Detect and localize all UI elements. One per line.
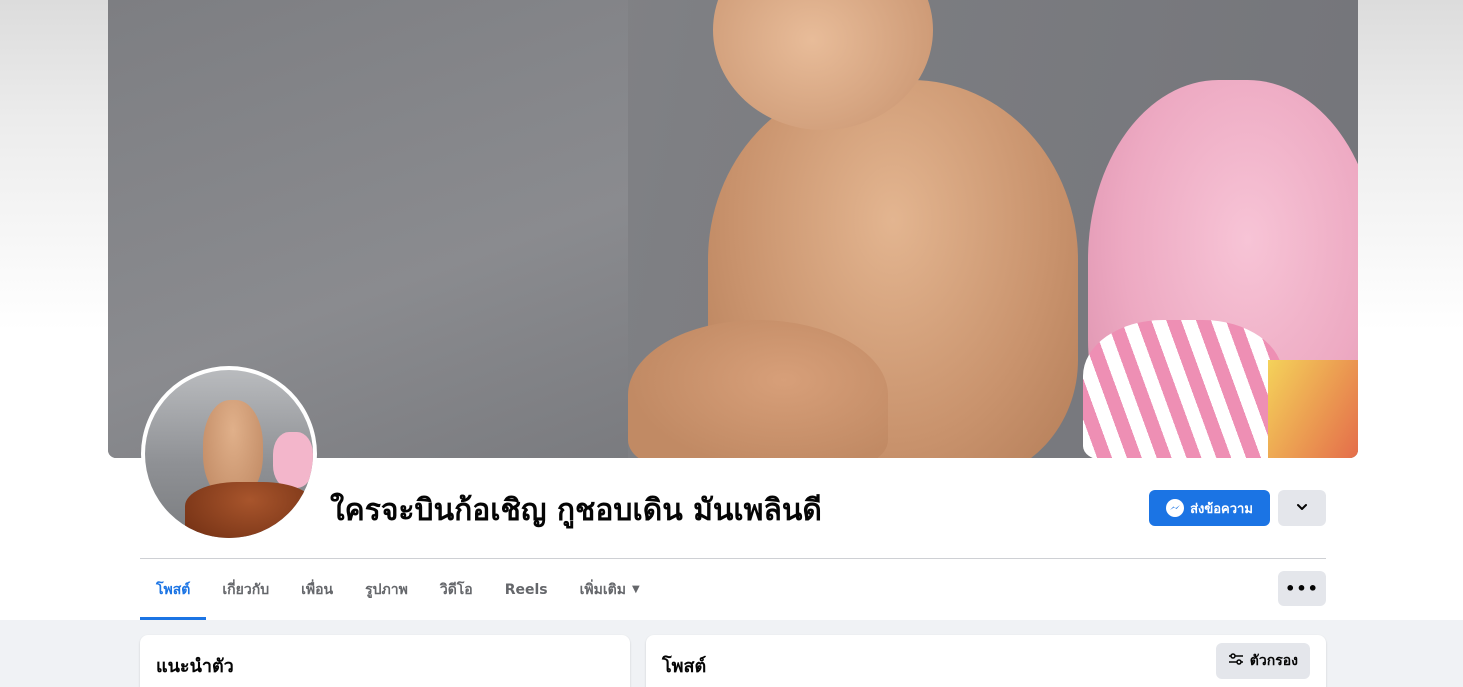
send-message-label: ส่งข้อความ [1190, 501, 1253, 517]
avatar-blanket [185, 482, 313, 538]
chevron-down-icon [1295, 499, 1309, 518]
tab-more[interactable]: เพิ่มเติม ▼ [564, 559, 656, 620]
tab-about[interactable]: เกี่ยวกับ [206, 559, 285, 620]
profile-tabs: โพสต์ เกี่ยวกับ เพื่อน รูปภาพ วิดีโอ Ree… [140, 559, 656, 620]
avatar-plush [273, 432, 313, 488]
intro-card: แนะนำตัว [140, 635, 630, 687]
messenger-icon [1166, 499, 1185, 517]
filter-sliders-icon [1228, 652, 1244, 670]
tab-videos[interactable]: วิดีโอ [424, 559, 489, 620]
tab-posts[interactable]: โพสต์ [140, 559, 207, 620]
cover-baby-leg [628, 320, 888, 458]
tab-friends[interactable]: เพื่อน [285, 559, 349, 620]
cover-photo[interactable] [108, 0, 1358, 458]
posts-card: โพสต์ ตัวกรอง [646, 635, 1326, 687]
cover-blanket [1268, 360, 1358, 458]
send-message-button[interactable]: ส่งข้อความ [1149, 490, 1270, 526]
profile-avatar[interactable] [141, 366, 317, 542]
filter-label: ตัวกรอง [1249, 653, 1298, 669]
profile-menu-button[interactable] [1278, 490, 1326, 526]
intro-title: แนะนำตัว [156, 656, 234, 677]
posts-title: โพสต์ [662, 656, 707, 677]
avatar-image [145, 370, 313, 538]
ellipsis-icon[interactable]: ••• [1278, 571, 1326, 606]
filter-button[interactable]: ตัวกรอง [1215, 643, 1310, 679]
profile-name: ใครจะบินก้อเชิญ กูชอบเดิน มันเพลินดี [330, 493, 822, 528]
tab-photos[interactable]: รูปภาพ [349, 559, 424, 620]
caret-down-icon: ▼ [631, 584, 640, 595]
cover-plush-stripes [1083, 320, 1283, 458]
tab-reels[interactable]: Reels [489, 559, 564, 620]
